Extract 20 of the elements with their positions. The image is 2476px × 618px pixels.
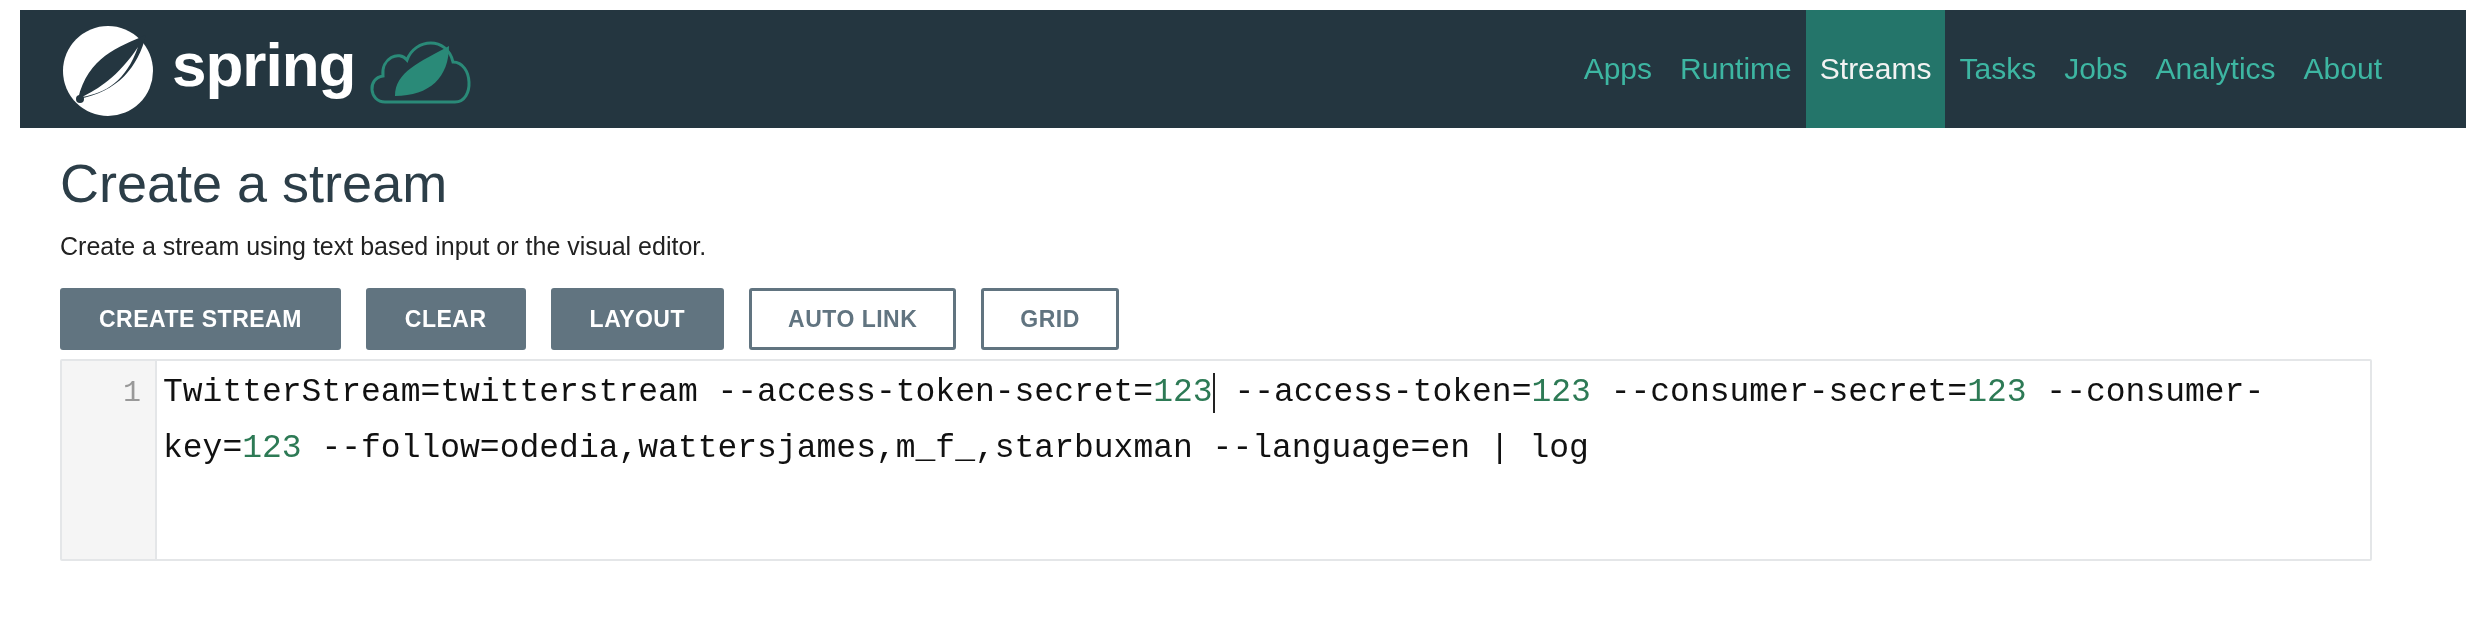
page-title: Create a stream (60, 152, 449, 215)
code-line: key=123 --follow=odedia,wattersjames,m_f_,starbuxman --language=en | log (163, 429, 1589, 469)
logo-text: spring (172, 34, 356, 101)
line-number: 1 (123, 375, 141, 412)
nav-tab[interactable]: Apps (1569, 10, 1667, 128)
toolbar-button[interactable]: LAYOUT (550, 288, 725, 350)
code-line: TwitterStream=twitterstream --access-token-secret=123 (163, 373, 1213, 413)
toolbar-button[interactable]: CLEAR (365, 288, 526, 350)
code-editor[interactable]: 1 TwitterStream=twitterstream --access-token-secret=123 --access-token=123 --consumer-secret=123 --consumer- key=123 --follow=odedia,wattersjames,m_f_,starbuxman --language=en | log (60, 359, 2372, 561)
nav-tab[interactable]: Analytics (2141, 10, 2290, 128)
page-subtitle: Create a stream using text based input or the visual editor. (60, 231, 708, 262)
toolbar-button[interactable]: AUTO LINK (749, 288, 957, 350)
code-line: --access-token=123 --consumer-secret=123 --consumer- (1233, 373, 2265, 413)
nav-tab[interactable]: Streams (1805, 10, 1946, 128)
nav-tab[interactable]: Jobs (2050, 10, 2142, 128)
toolbar-button[interactable]: CREATE STREAM (60, 288, 341, 350)
nav-tab[interactable]: About (2289, 10, 2396, 128)
nav-tab[interactable]: Tasks (1945, 10, 2051, 128)
toolbar-button[interactable]: GRID (981, 288, 1119, 350)
nav-tab[interactable]: Runtime (1666, 10, 1806, 128)
